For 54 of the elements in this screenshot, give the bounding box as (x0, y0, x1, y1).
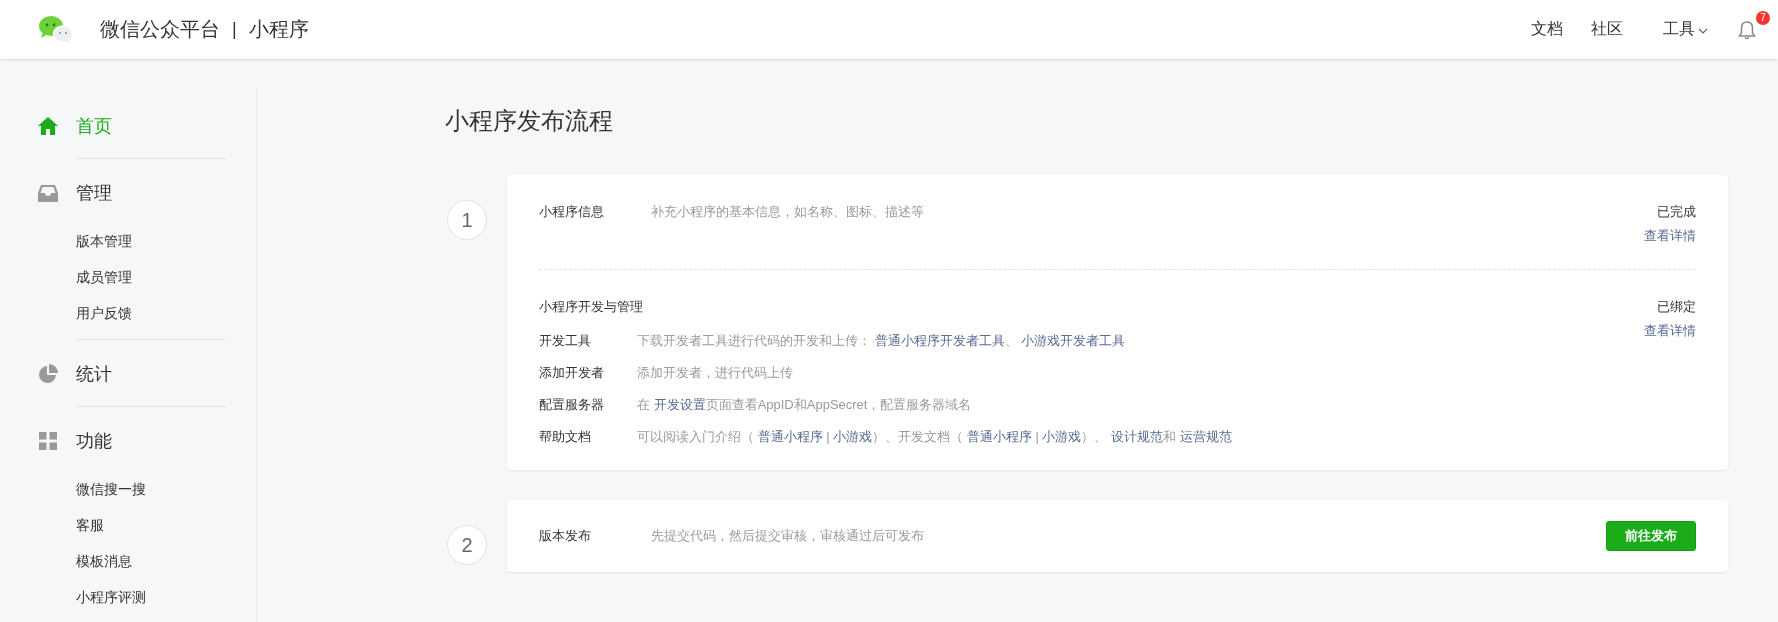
doc-link[interactable]: 运营规范 (1179, 429, 1232, 444)
status-text: 已绑定 (1657, 298, 1696, 316)
item-label: 配置服务器 (539, 396, 605, 414)
sidebar-subitem[interactable]: 小程序评测 (76, 580, 256, 616)
inbox-icon (38, 184, 58, 202)
doc-link[interactable]: 小游戏开发者工具 (1021, 333, 1126, 348)
sidebar-item[interactable]: 功能 (38, 424, 112, 458)
step-number: 2 (447, 525, 487, 565)
home-icon (38, 117, 58, 135)
doc-link[interactable]: 普通小程序开发者工具 (874, 333, 1005, 348)
item-description: 在 开发设置页面查看AppID和AppSecret，配置服务器域名 (637, 396, 972, 414)
doc-link[interactable]: 普通小程序 (966, 429, 1032, 444)
nav-link[interactable]: 文档 (1531, 19, 1563, 40)
view-details-link[interactable]: 查看详情 (1644, 227, 1696, 245)
section-description: 补充小程序的基本信息，如名称、图标、描述等 (651, 203, 924, 221)
item-label: 帮助文档 (539, 428, 592, 446)
section-description: 先提交代码，然后提交审核，审核通过后可发布 (651, 527, 924, 545)
bell-icon (1738, 19, 1756, 40)
notification-badge: 7 (1756, 10, 1770, 25)
chat-bubbles-logo-icon (38, 14, 74, 45)
item-label: 开发工具 (539, 332, 592, 350)
tools-menu[interactable]: 工具 (1663, 19, 1708, 40)
sidebar-subitem[interactable]: 成员管理 (76, 260, 256, 296)
nav-link[interactable]: 社区 (1591, 19, 1623, 40)
status-text: 已完成 (1657, 203, 1696, 221)
doc-link[interactable]: 小游戏 (1042, 429, 1082, 444)
view-details-link[interactable]: 查看详情 (1644, 322, 1696, 340)
sidebar-subitem[interactable]: 版本管理 (76, 224, 256, 260)
doc-link[interactable]: 设计规范 (1111, 429, 1164, 444)
page-title: 小程序发布流程 (445, 106, 614, 136)
grid-icon (38, 432, 58, 450)
pie-chart-icon (38, 364, 58, 384)
notification-button[interactable] (1738, 19, 1756, 40)
sidebar-subitem[interactable]: 微信搜一搜 (76, 472, 256, 508)
item-description: 添加开发者，进行代码上传 (637, 364, 793, 382)
doc-link[interactable]: 普通小程序 (757, 429, 823, 444)
sidebar-item[interactable]: 管理 (38, 176, 112, 210)
sidebar-subitem[interactable]: 用户反馈 (76, 296, 256, 332)
item-label: 添加开发者 (539, 364, 605, 382)
sidebar-item[interactable]: 统计 (38, 357, 112, 391)
item-description: 下载开发者工具进行代码的开发和上传： 普通小程序开发者工具、 小游戏开发者工具 (637, 332, 1126, 350)
product-name: 小程序 (248, 17, 309, 42)
caret-icon (1698, 27, 1708, 34)
platform-name: 微信公众平台 (100, 17, 220, 42)
title-separator: | (232, 19, 237, 40)
section-title: 版本发布 (539, 527, 592, 545)
section-title: 小程序开发与管理 (539, 298, 643, 316)
item-description: 可以阅读入门介绍（ 普通小程序 | 小游戏）、开发文档（ 普通小程序 | 小游戏）、 设计规范和 运营规范 (637, 428, 1232, 446)
step-number: 1 (447, 200, 487, 240)
doc-link[interactable]: 小游戏 (833, 429, 873, 444)
sidebar-subitem[interactable]: 模板消息 (76, 544, 256, 580)
doc-link[interactable]: 开发设置 (653, 397, 706, 412)
sidebar-subitem[interactable]: 客服 (76, 508, 256, 544)
section-title: 小程序信息 (539, 203, 605, 221)
